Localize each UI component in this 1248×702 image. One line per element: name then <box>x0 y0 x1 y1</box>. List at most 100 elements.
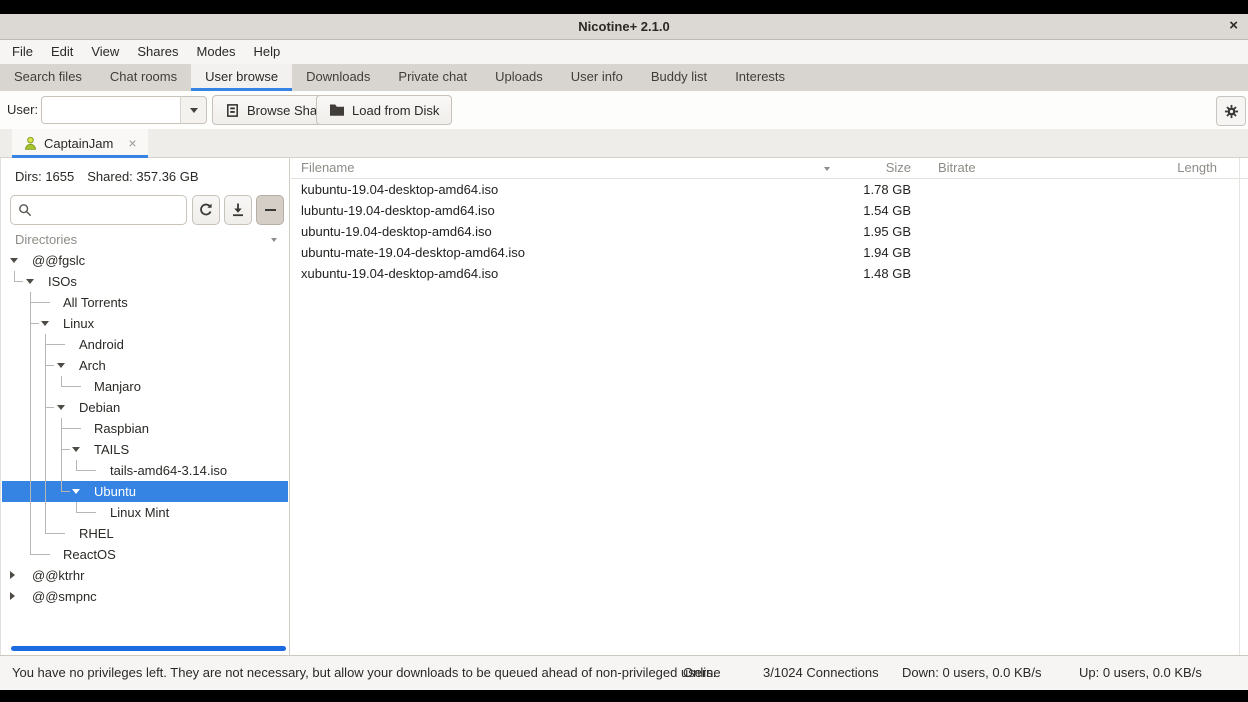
menu-shares[interactable]: Shares <box>128 40 187 64</box>
file-name-cell: lubuntu-19.04-desktop-amd64.iso <box>301 200 495 221</box>
tab-uploads[interactable]: Uploads <box>481 64 557 91</box>
files-panel: Filename Size Bitrate Length kubuntu-19.… <box>291 158 1248 655</box>
directories-panel: Dirs: 1655 Shared: 357.36 GB Directories <box>0 158 290 655</box>
column-header-length[interactable]: Length <box>1177 158 1217 178</box>
share-stats: Dirs: 1655 Shared: 357.36 GB <box>15 169 199 184</box>
menu-file[interactable]: File <box>3 40 42 64</box>
directory-search-input[interactable] <box>10 195 187 225</box>
tree-item-ktrhr[interactable]: @@ktrhr <box>2 565 288 586</box>
tree-item-android[interactable]: Android <box>2 334 288 355</box>
tree-item-label: ReactOS <box>63 544 116 565</box>
expander-open-icon[interactable] <box>10 258 18 263</box>
expander-open-icon[interactable] <box>41 321 49 326</box>
expander-open-icon[interactable] <box>26 279 34 284</box>
tree-item-debian[interactable]: Debian <box>2 397 288 418</box>
menu-view[interactable]: View <box>82 40 128 64</box>
tree-item-manjaro[interactable]: Manjaro <box>2 376 288 397</box>
download-button[interactable] <box>224 195 252 225</box>
horizontal-scrollbar[interactable] <box>11 646 286 651</box>
load-from-disk-button[interactable]: Load from Disk <box>316 95 452 125</box>
directories-column-header[interactable]: Directories <box>2 230 288 250</box>
tree-item-ubuntu[interactable]: Ubuntu <box>2 481 288 502</box>
tree-guide-line <box>77 470 96 471</box>
connections-count: 3/1024 Connections <box>763 656 879 689</box>
expander-open-icon[interactable] <box>57 405 65 410</box>
file-row-ubuntu-mate-19-04-desktop-amd64-iso[interactable]: ubuntu-mate-19.04-desktop-amd64.iso1.94 … <box>291 242 1248 263</box>
menu-help[interactable]: Help <box>245 40 290 64</box>
refresh-icon <box>198 202 214 218</box>
tree-item-arch[interactable]: Arch <box>2 355 288 376</box>
tree-guide-line <box>45 439 46 460</box>
column-header-bitrate[interactable]: Bitrate <box>938 158 976 178</box>
expander-open-icon[interactable] <box>57 363 65 368</box>
tree-item-label: ISOs <box>48 271 77 292</box>
preferences-button[interactable] <box>1216 96 1246 126</box>
column-header-size[interactable]: Size <box>886 158 911 178</box>
column-header-filename[interactable]: Filename <box>301 158 354 178</box>
download-icon <box>230 202 246 218</box>
titlebar: Nicotine+ 2.1.0 × <box>0 14 1248 40</box>
chevron-down-icon <box>190 108 198 113</box>
expander-open-icon[interactable] <box>72 489 80 494</box>
tree-item-fgslc[interactable]: @@fgslc <box>2 250 288 271</box>
tab-interests[interactable]: Interests <box>721 64 799 91</box>
browse-content: Dirs: 1655 Shared: 357.36 GB Directories <box>0 158 1248 655</box>
tree-guide-line <box>46 365 54 366</box>
minus-icon <box>265 209 276 211</box>
tree-item-label: Manjaro <box>94 376 141 397</box>
tree-item-rhel[interactable]: RHEL <box>2 523 288 544</box>
file-row-xubuntu-19-04-desktop-amd64-iso[interactable]: xubuntu-19.04-desktop-amd64.iso1.48 GB <box>291 263 1248 284</box>
tree-item-label: Debian <box>79 397 120 418</box>
tab-user-info[interactable]: User info <box>557 64 637 91</box>
directories-header-label: Directories <box>15 230 77 250</box>
expander-closed-icon[interactable] <box>10 592 15 600</box>
tree-item-raspbian[interactable]: Raspbian <box>2 418 288 439</box>
expander-open-icon[interactable] <box>72 447 80 452</box>
tab-user-browse[interactable]: User browse <box>191 64 292 91</box>
file-row-kubuntu-19-04-desktop-amd64-iso[interactable]: kubuntu-19.04-desktop-amd64.iso1.78 GB <box>291 179 1248 200</box>
tree-guide-line <box>45 376 46 397</box>
menu-modes[interactable]: Modes <box>188 40 245 64</box>
tree-guide-line <box>30 439 31 460</box>
menu-edit[interactable]: Edit <box>42 40 82 64</box>
screen: Nicotine+ 2.1.0 × FileEditViewSharesMode… <box>0 0 1248 702</box>
tree-guide-line <box>62 428 81 429</box>
tab-chat-rooms[interactable]: Chat rooms <box>96 64 191 91</box>
file-name-cell: ubuntu-19.04-desktop-amd64.iso <box>301 221 492 242</box>
tree-item-linux[interactable]: Linux <box>2 313 288 334</box>
tree-item-all-torrents[interactable]: All Torrents <box>2 292 288 313</box>
user-combobox-entry[interactable] <box>41 96 181 124</box>
tree-item-isos[interactable]: ISOs <box>2 271 288 292</box>
load-from-disk-label: Load from Disk <box>352 103 439 118</box>
tree-guide-line <box>31 323 39 324</box>
tree-guide-line <box>46 344 65 345</box>
user-combobox-arrow-button[interactable] <box>180 96 207 124</box>
file-size-cell: 1.48 GB <box>863 263 911 284</box>
window-close-button[interactable]: × <box>1229 14 1238 38</box>
tree-item-label: TAILS <box>94 439 129 460</box>
tree-guide-line <box>30 523 31 544</box>
tree-guide-line <box>62 449 70 450</box>
tree-guide-line <box>45 418 46 439</box>
tree-item-reactos[interactable]: ReactOS <box>2 544 288 565</box>
tree-item-linux-mint[interactable]: Linux Mint <box>2 502 288 523</box>
collapse-all-button[interactable] <box>256 195 284 225</box>
download-stats: Down: 0 users, 0.0 KB/s <box>902 656 1041 689</box>
shared-size: Shared: 357.36 GB <box>87 169 198 184</box>
refresh-button[interactable] <box>192 195 220 225</box>
menubar: FileEditViewSharesModesHelp <box>0 40 1248 64</box>
online-status: Online <box>683 656 721 689</box>
file-row-lubuntu-19-04-desktop-amd64-iso[interactable]: lubuntu-19.04-desktop-amd64.iso1.54 GB <box>291 200 1248 221</box>
tree-item-tails[interactable]: TAILS <box>2 439 288 460</box>
tab-search-files[interactable]: Search files <box>0 64 96 91</box>
tab-downloads[interactable]: Downloads <box>292 64 384 91</box>
session-tab-captainjam[interactable]: CaptainJam × <box>12 129 148 157</box>
file-row-ubuntu-19-04-desktop-amd64-iso[interactable]: ubuntu-19.04-desktop-amd64.iso1.95 GB <box>291 221 1248 242</box>
tree-item-smpnc[interactable]: @@smpnc <box>2 586 288 607</box>
tree-item-tails-amd64-3-14-iso[interactable]: tails-amd64-3.14.iso <box>2 460 288 481</box>
tab-private-chat[interactable]: Private chat <box>384 64 481 91</box>
close-icon[interactable]: × <box>128 135 136 151</box>
tab-buddy-list[interactable]: Buddy list <box>637 64 721 91</box>
tree-guide-line <box>62 491 70 492</box>
expander-closed-icon[interactable] <box>10 571 15 579</box>
